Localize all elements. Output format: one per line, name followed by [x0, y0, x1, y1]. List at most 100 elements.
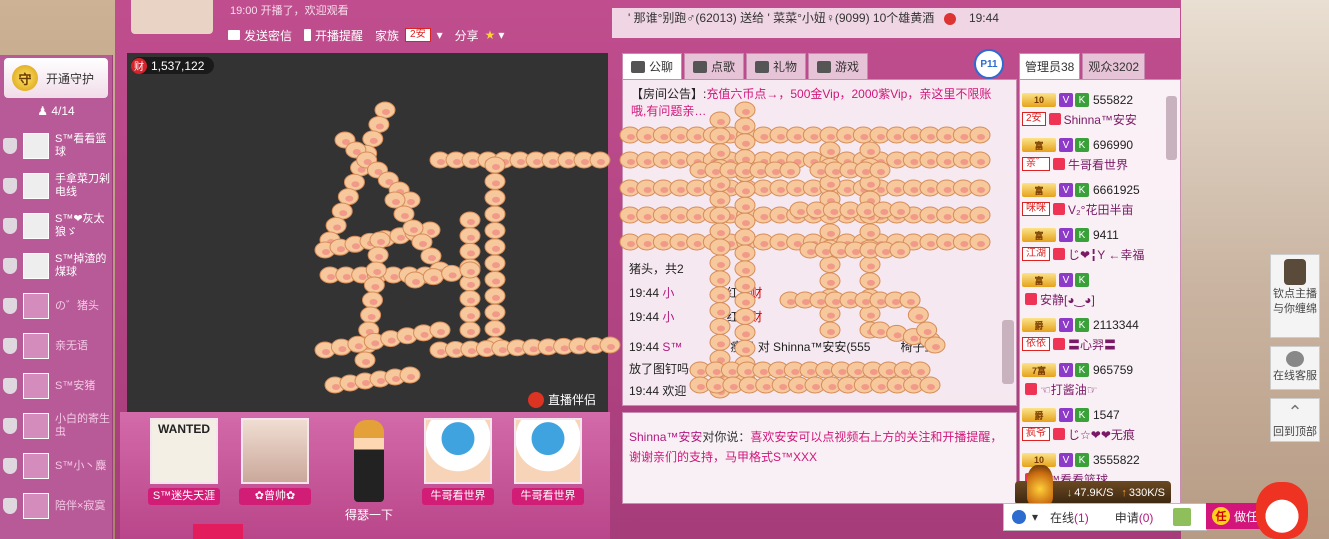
fan-seat-4[interactable]: 牛哥看世界: [510, 418, 586, 505]
guard-item[interactable]: 手拿菜刀剁电线: [0, 166, 112, 206]
chat-divider-handle[interactable]: [622, 404, 1015, 412]
chat-bubble-icon: [631, 60, 645, 73]
guard-item[interactable]: 陪伴×寂寞: [0, 486, 112, 526]
user-id: 9411: [1093, 228, 1119, 242]
level-badge-icon: 富: [1022, 273, 1056, 287]
live-logo-icon: [528, 391, 544, 408]
user-list-scrollbar[interactable]: [1166, 96, 1177, 160]
family-tag: 2安: [405, 28, 431, 42]
task-badge-icon: 任: [1212, 507, 1230, 525]
guard-item[interactable]: 小白的寄生虫: [0, 406, 112, 446]
user-row[interactable]: 富 V K 696990 亲゛ 牛哥看世界: [1022, 135, 1164, 179]
chevron-down-icon[interactable]: ▾: [1032, 510, 1038, 524]
online-tab[interactable]: 在线(1): [1050, 509, 1089, 526]
stage-tab-indicator: [193, 524, 243, 539]
user-row[interactable]: 爵 V K 1547 疯爷 じ☆❤❤无痕: [1022, 405, 1164, 449]
k-badge-icon: K: [1075, 318, 1089, 332]
guard-item[interactable]: S™❤灰太狼ゞ: [0, 206, 112, 246]
add-user-icon[interactable]: [1173, 508, 1192, 526]
vip-icon: V: [1059, 93, 1073, 107]
network-speed: ↓ 47.9K/S ↑ 330K/S: [1015, 465, 1171, 505]
shield-icon: [3, 298, 17, 314]
user-row[interactable]: 10 V K 555822 2安 Shinna™安安: [1022, 90, 1164, 134]
anchor-avatar[interactable]: [131, 0, 213, 34]
fan-seat-2[interactable]: ✿曾帅✿: [237, 418, 313, 505]
guard-name: 手拿菜刀剁电线: [55, 173, 110, 198]
gift-rank-icon: [1048, 113, 1061, 125]
guard-name: の゛猪头: [55, 299, 99, 312]
guard-item[interactable]: 亲无语: [0, 326, 112, 366]
guard-name: S™❤灰太狼ゞ: [55, 213, 105, 238]
tab-games[interactable]: 游戏: [808, 53, 869, 79]
broadcast-remind-button[interactable]: 开播提醒: [304, 27, 363, 44]
p11-badge-icon[interactable]: P11: [974, 49, 1004, 79]
k-badge-icon: K: [1075, 363, 1089, 377]
tab-audience[interactable]: 观众3202: [1082, 53, 1146, 79]
user-row[interactable]: 爵 V K 2113344 依依 〓心羿〓: [1022, 315, 1164, 359]
shield-icon: [3, 498, 17, 514]
fan-seat-1[interactable]: WANTED S™迷失天涯: [146, 418, 222, 505]
guard-name: S™小丶麋: [55, 459, 107, 472]
user-nickname: Shinna™安安: [1063, 112, 1137, 127]
person-icon: ♟: [37, 104, 49, 118]
guard-item[interactable]: S™安猪: [0, 366, 112, 406]
family-tag: 依依: [1022, 337, 1050, 351]
tab-song-request[interactable]: 点歌: [684, 53, 745, 79]
chat-line: 19:44 小个红包财: [629, 310, 763, 324]
open-guard-button[interactable]: 守 开通守护: [4, 58, 108, 98]
phone-icon: [1286, 351, 1304, 367]
back-to-top-button[interactable]: ⌃ 回到顶部: [1270, 398, 1320, 442]
chevron-down-icon: ▾: [436, 28, 443, 42]
user-list[interactable]: 10 V K 555822 2安 Shinna™安安富 V K 696990 亲゛ 牛哥看世界富 V K…: [1019, 79, 1181, 505]
user-id: 555822: [1093, 93, 1134, 107]
send-message-button[interactable]: 发送密信: [228, 27, 292, 44]
guard-name: 陪伴×寂寞: [55, 499, 106, 512]
fan-seat-center[interactable]: 得瑟一下: [337, 420, 401, 523]
people-icon: [1012, 510, 1026, 524]
online-bar: ▾ 在线(1) 申请(0): [1003, 503, 1207, 531]
tab-admins[interactable]: 管理员38: [1019, 53, 1081, 79]
tab-gifts[interactable]: 礼物: [746, 53, 807, 79]
shield-icon: [3, 258, 17, 274]
chat-scrollbar[interactable]: [1002, 320, 1014, 384]
apply-tab[interactable]: 申请(0): [1115, 509, 1154, 526]
user-row[interactable]: 富 V K 6661925 咪咪 V₂°花田半亩: [1022, 180, 1164, 224]
guard-avatar: [23, 293, 49, 319]
shield-icon: [3, 178, 17, 194]
user-row[interactable]: 7富 V K 965759 ☜打酱油☞: [1022, 360, 1164, 404]
k-badge-icon: K: [1075, 183, 1089, 197]
guard-avatar: [23, 173, 49, 199]
guard-item[interactable]: S™掉渣的煤球: [0, 246, 112, 286]
tab-public-chat[interactable]: 公聊: [622, 53, 683, 79]
gift-rank-icon: [1025, 293, 1037, 305]
public-chat-panel[interactable]: 【房间公告】:充值六币点→，500金Vip，2000紫Vip，亲这里不限账哦,有…: [622, 79, 1017, 406]
gift-box-icon: [755, 60, 770, 73]
user-row[interactable]: 富 V K 安静[◕‿◕]: [1022, 270, 1164, 314]
fox-mascot-icon[interactable]: [1256, 482, 1308, 539]
guard-item[interactable]: S™看看篮球: [0, 126, 112, 166]
guard-item[interactable]: S™小丶麋: [0, 446, 112, 486]
share-button[interactable]: 分享 ★ ▾: [455, 27, 505, 44]
gift-rank-icon: [1053, 158, 1065, 170]
doll-figure: [354, 420, 384, 502]
user-nickname: 〓心羿〓: [1068, 337, 1117, 352]
chat-line: 19:44 欢迎: [629, 384, 687, 398]
user-row[interactable]: 富 V K 9411 江湖 じ❤╏Y ←幸福: [1022, 225, 1164, 269]
guard-badge-icon: 守: [12, 65, 38, 91]
wealth-counter: 财 1,537,122: [131, 57, 215, 74]
video-player[interactable]: [127, 53, 608, 412]
vip-icon: V: [1059, 138, 1073, 152]
online-service-button[interactable]: 在线客服: [1270, 346, 1320, 390]
fan-seat-3[interactable]: 牛哥看世界: [420, 418, 496, 505]
gamepad-icon: [817, 60, 832, 73]
guard-item[interactable]: の゛猪头: [0, 286, 112, 326]
family-tag: 2安: [1022, 112, 1046, 126]
guard-name: 亲无语: [55, 339, 88, 352]
level-badge-icon: 爵: [1022, 318, 1056, 332]
guard-avatar: [23, 453, 49, 479]
pick-anchor-button[interactable]: 钦点主播与你缠绵: [1270, 254, 1320, 338]
private-chat-panel[interactable]: Shinna™安安对你说：喜欢安安可以点视频右上方的关注和开播提醒，谢谢亲们的支…: [622, 412, 1017, 504]
vip-icon: V: [1059, 228, 1073, 242]
family-selector[interactable]: 家族 2安 ▾: [375, 27, 443, 44]
download-arrow-icon: ↓: [1066, 487, 1073, 499]
